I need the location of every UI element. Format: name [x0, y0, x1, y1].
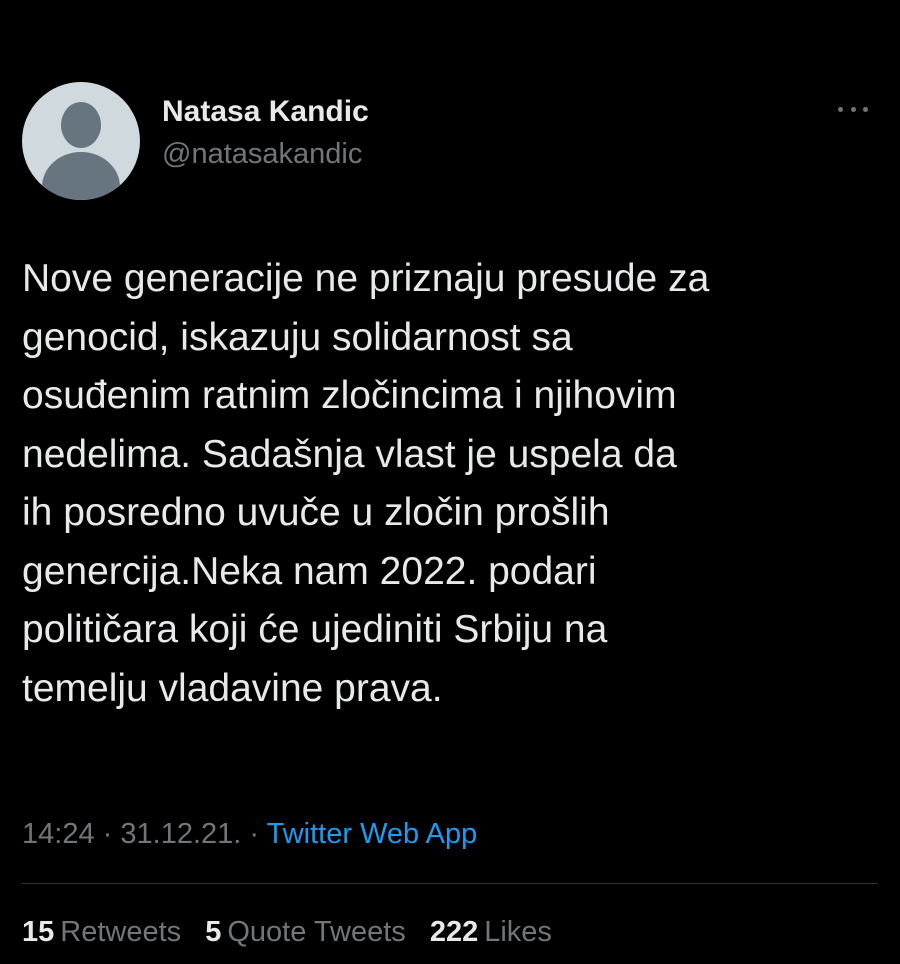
- tweet-source-link[interactable]: Twitter Web App: [267, 818, 478, 850]
- tweet-time[interactable]: 14:24: [22, 818, 95, 850]
- likes-stat[interactable]: 222 Likes: [430, 910, 552, 954]
- tweet-header: Natasa Kandic @natasakandic: [22, 82, 882, 202]
- meta-separator: ·: [102, 818, 113, 850]
- quote-tweets-stat[interactable]: 5 Quote Tweets: [205, 910, 406, 954]
- likes-label: Likes: [484, 916, 552, 948]
- quote-tweets-count: 5: [205, 916, 222, 948]
- retweets-label: Retweets: [60, 916, 182, 948]
- dot: [850, 106, 856, 112]
- quote-tweets-label: Quote Tweets: [227, 916, 406, 948]
- author-handle[interactable]: @natasakandic: [162, 134, 369, 174]
- author-display-name[interactable]: Natasa Kandic: [162, 94, 369, 130]
- avatar-body-shape: [42, 152, 120, 200]
- tweet-date[interactable]: 31.12.21.: [120, 818, 241, 850]
- author-names: Natasa Kandic @natasakandic: [162, 94, 369, 174]
- likes-count: 222: [429, 916, 479, 948]
- more-dots-icon[interactable]: [838, 102, 868, 116]
- avatar-head-shape: [61, 102, 101, 148]
- default-avatar-icon[interactable]: [22, 82, 140, 200]
- dot: [838, 106, 843, 112]
- dot: [863, 106, 868, 112]
- divider: [22, 883, 878, 884]
- meta-separator: ·: [249, 818, 260, 850]
- tweet-meta: 14:24 · 31.12.21. · Twitter Web App: [22, 812, 477, 856]
- tweet-card: Natasa Kandic @natasakandic Nove generac…: [0, 0, 900, 964]
- tweet-text: Nove generacije ne priznaju presude za g…: [22, 257, 710, 710]
- retweets-count: 15: [22, 916, 55, 948]
- retweets-stat[interactable]: 15 Retweets: [22, 910, 181, 954]
- tweet-stats: 15 Retweets 5 Quote Tweets 222 Likes: [22, 910, 568, 954]
